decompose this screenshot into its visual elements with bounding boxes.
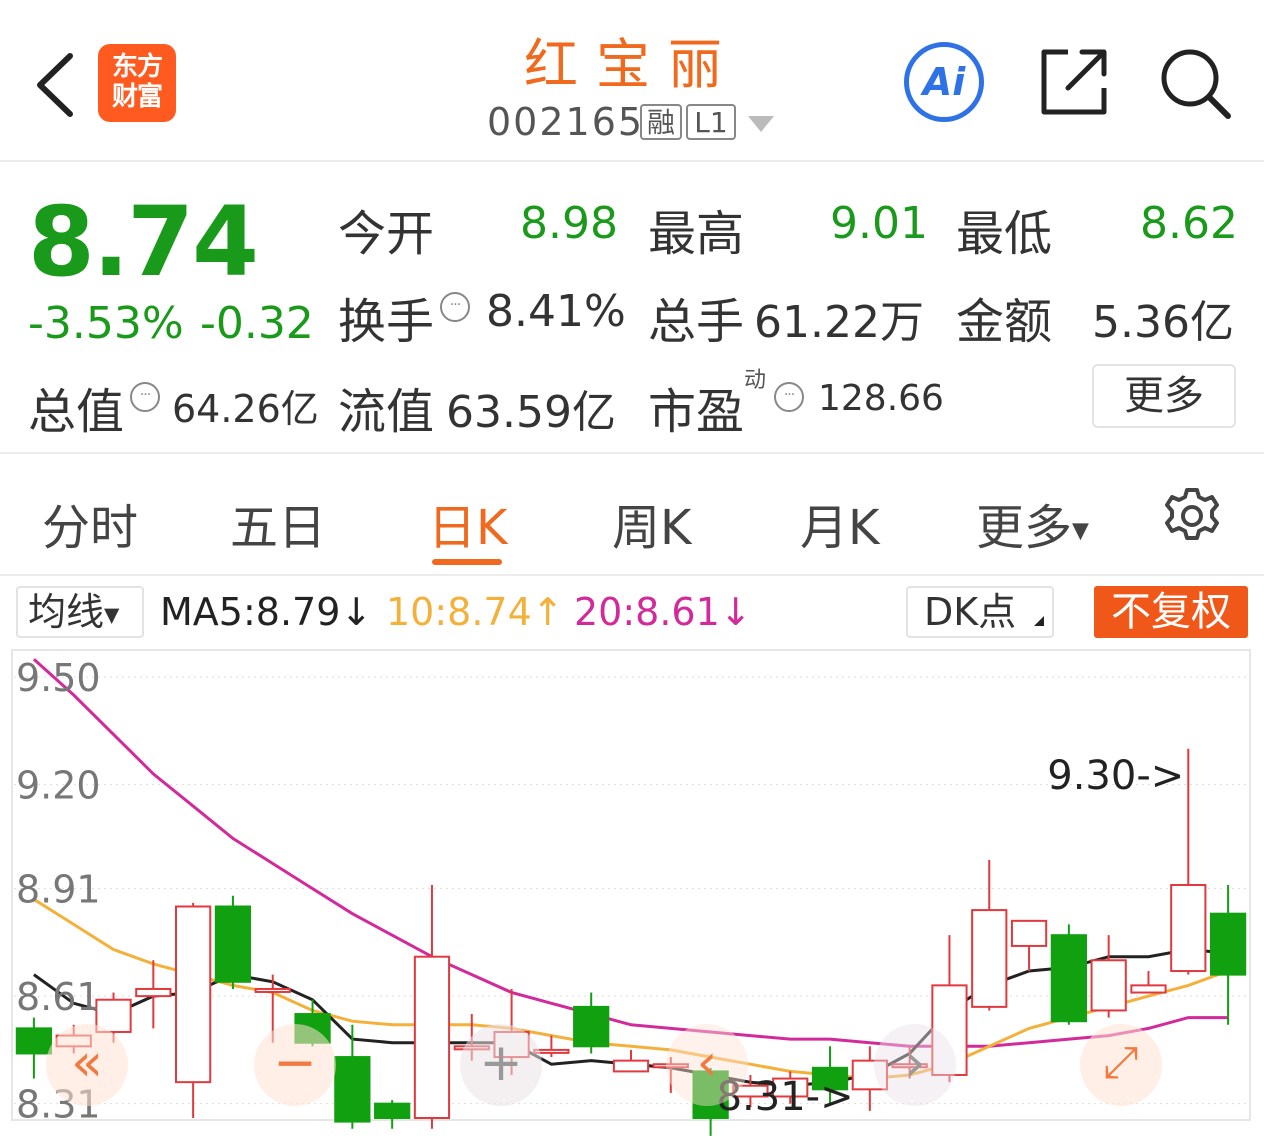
- candle-up: [612, 1059, 650, 1073]
- candle-up: [175, 905, 212, 1084]
- candle-up: [413, 955, 451, 1120]
- candle-up: [254, 987, 291, 993]
- ma20-line: [32, 658, 1229, 1048]
- y-tick-label: 8.91: [16, 868, 101, 912]
- y-tick-label: 9.20: [16, 764, 101, 808]
- candle-up: [135, 987, 172, 998]
- scroll-left-button[interactable]: ‹: [666, 1024, 748, 1106]
- fullscreen-button[interactable]: ⤢: [1080, 1024, 1162, 1106]
- candle-down: [214, 905, 252, 983]
- candle-down: [334, 1056, 371, 1123]
- candle-down: [1209, 912, 1247, 976]
- candle-down: [1050, 934, 1087, 1023]
- scroll-left-fast-button[interactable]: «: [46, 1024, 128, 1106]
- candle-up: [1010, 919, 1048, 947]
- candle-up: [1170, 884, 1207, 973]
- candle-up: [1130, 984, 1167, 994]
- kline-chart[interactable]: 9.509.208.918.618.31 9.30->8.31->: [0, 0, 1264, 1139]
- candle-up: [971, 909, 1008, 1008]
- zoom-in-button[interactable]: +: [460, 1024, 542, 1106]
- candle-up: [1090, 959, 1127, 1012]
- candle-down: [374, 1102, 411, 1119]
- candle-down: [573, 1005, 610, 1048]
- y-tick-label: 8.61: [16, 975, 101, 1019]
- y-tick-label: 9.50: [16, 656, 101, 700]
- zoom-out-button[interactable]: −: [254, 1024, 336, 1106]
- candle-down: [15, 1027, 53, 1055]
- scroll-right-button[interactable]: ›: [874, 1024, 956, 1106]
- max-price-annotation: 9.30->: [1047, 753, 1184, 799]
